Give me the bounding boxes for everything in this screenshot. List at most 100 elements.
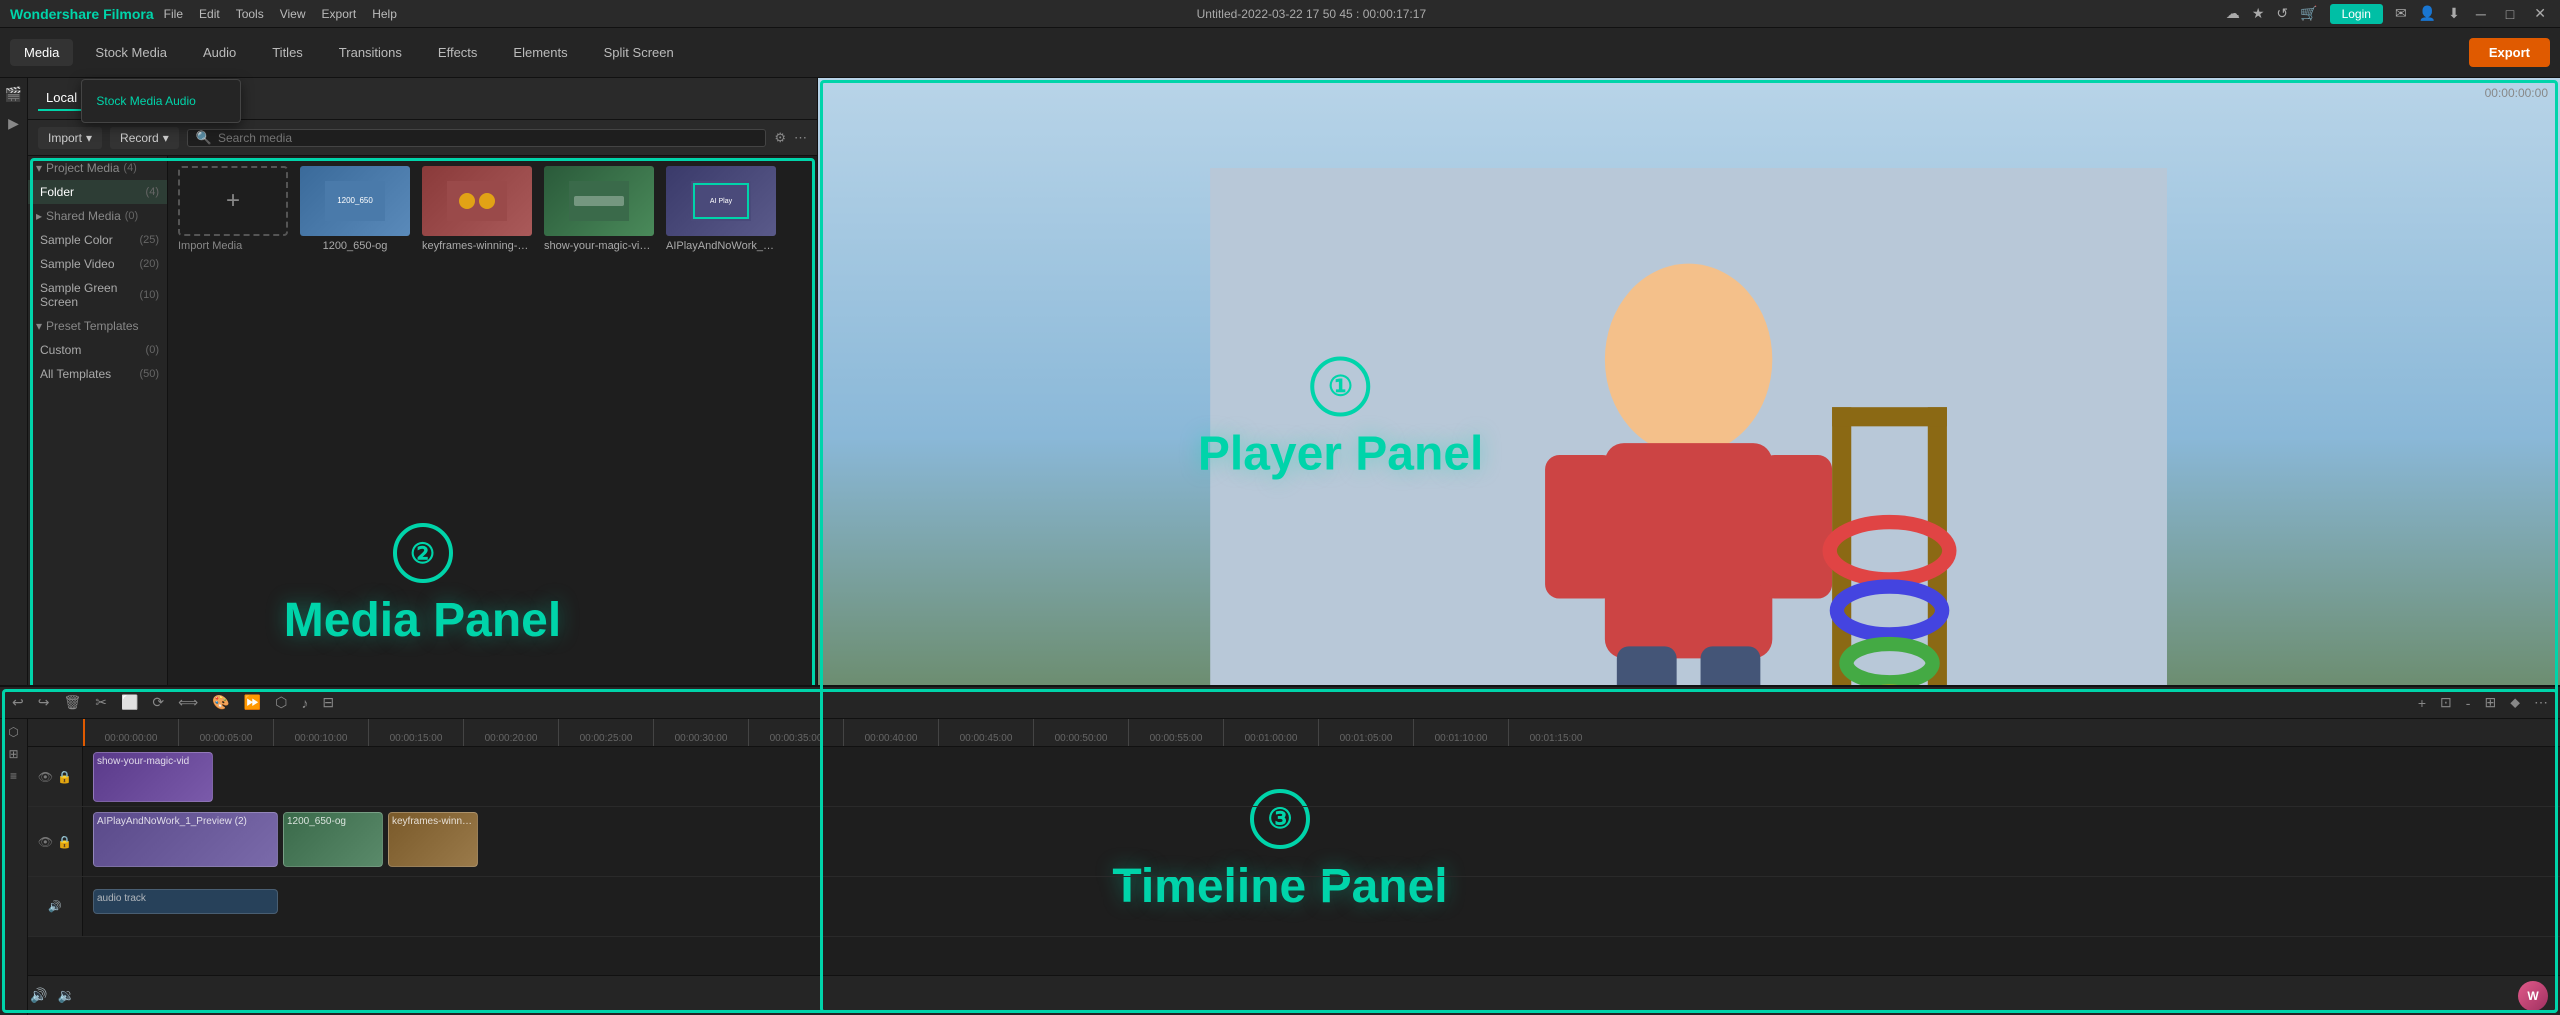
tree-project-media-header[interactable]: ▾ Project Media (4) <box>28 156 167 180</box>
close-button[interactable]: ✕ <box>2530 5 2550 22</box>
tl-stabilize-button[interactable]: ⬡ <box>271 692 291 713</box>
tl-redo-button[interactable]: ↪ <box>34 692 54 713</box>
track-clip-keyframes[interactable]: keyframes-winning <box>388 812 478 867</box>
tl-more-button[interactable]: ⋯ <box>2530 692 2552 713</box>
more-icon[interactable]: ⋯ <box>794 130 807 146</box>
tab-elements[interactable]: Elements <box>499 39 581 66</box>
tl-zoom-in-button[interactable]: + <box>2414 693 2430 713</box>
star-icon[interactable]: ★ <box>2252 5 2265 22</box>
tl-undo-button[interactable]: ↩ <box>8 692 28 713</box>
tree-folder[interactable]: Folder (4) <box>28 180 167 204</box>
menu-help[interactable]: Help <box>372 7 397 21</box>
track-main-lock-icon[interactable]: 🔒 <box>57 835 72 849</box>
tl-audio-button[interactable]: ♪ <box>297 693 312 713</box>
media-icon[interactable]: 🎬 <box>5 86 22 103</box>
tl-split-button[interactable]: ⊟ <box>318 692 338 713</box>
tree-shared-media-count: (0) <box>125 210 138 222</box>
chevron-down-icon: ▾ <box>36 161 42 175</box>
filter-icon[interactable]: ⚙ <box>774 130 786 146</box>
tree-project-media-count: (4) <box>123 162 136 174</box>
media-item-show-magic[interactable]: show-your-magic-vid... <box>544 166 654 252</box>
tree-custom[interactable]: Custom (0) <box>28 338 167 362</box>
menu-file[interactable]: File <box>164 7 183 21</box>
search-icon: 🔍 <box>196 130 212 146</box>
cart-icon[interactable]: 🛒 <box>2300 5 2317 22</box>
export-button[interactable]: Export <box>2469 38 2550 67</box>
search-input[interactable] <box>218 131 757 145</box>
tl-color-button[interactable]: 🎨 <box>208 692 233 713</box>
track-row-overlay: 👁 🔒 show-your-magic-vid <box>28 747 2560 807</box>
menu-tools[interactable]: Tools <box>236 7 264 21</box>
tab-stock-media[interactable]: Stock Media Stock Media Audio <box>81 39 181 66</box>
menu-export[interactable]: Export <box>322 7 357 21</box>
tab-audio[interactable]: Audio <box>189 39 250 66</box>
track-clip-1200[interactable]: 1200_650-og <box>283 812 383 867</box>
tl-zoom-out-button[interactable]: - <box>2462 693 2475 713</box>
timeline-ruler: 00:00:00:00 00:00:05:00 00:00:10:00 00:0… <box>28 719 2560 747</box>
tree-preset-templates-header[interactable]: ▾ Preset Templates <box>28 314 167 338</box>
tree-sample-green-screen[interactable]: Sample Green Screen (10) <box>28 276 167 314</box>
arrow-icon[interactable]: ▶ <box>8 115 19 132</box>
refresh-icon[interactable]: ↺ <box>2276 5 2288 22</box>
cloud-icon[interactable]: ☁ <box>2226 5 2240 22</box>
media-item-1200[interactable]: 1200_650 1200_650-og <box>300 166 410 252</box>
tl-speed-button[interactable]: ⏩ <box>240 692 265 713</box>
menu-view[interactable]: View <box>280 7 306 21</box>
login-button[interactable]: Login <box>2330 4 2383 24</box>
user-icon[interactable]: 👤 <box>2419 5 2436 22</box>
tab-effects[interactable]: Effects <box>424 39 492 66</box>
tl-marker-button[interactable]: ⬥ <box>2506 692 2524 713</box>
media-item-keyframes[interactable]: keyframes-winning-p... <box>422 166 532 252</box>
chevron-right-icon: ▸ <box>36 209 42 223</box>
import-media-button[interactable]: + <box>178 166 288 236</box>
tl-snap-button[interactable]: ⊞ <box>2480 692 2500 713</box>
mail-icon[interactable]: ✉ <box>2395 5 2407 22</box>
app-logo: Wondershare Filmora <box>10 6 154 22</box>
tree-sample-video-count: (20) <box>139 258 159 270</box>
tl-layer-icon[interactable]: ⊞ <box>8 747 18 761</box>
tree-sample-video[interactable]: Sample Video (20) <box>28 252 167 276</box>
menu-edit[interactable]: Edit <box>199 7 220 21</box>
tab-media[interactable]: Media <box>10 39 73 66</box>
tl-delete-button[interactable]: 🗑 <box>59 692 85 713</box>
track-audio-icon[interactable]: 🔊 <box>48 900 62 913</box>
dropdown-stock-audio[interactable]: Stock Media Audio <box>82 88 240 114</box>
import-label: Import <box>48 131 82 145</box>
tl-cut-button[interactable]: ✂ <box>91 692 111 713</box>
ruler-50: 00:00:50:00 <box>1033 719 1128 746</box>
track-clip-audio[interactable]: audio track <box>93 889 278 914</box>
timeline-toolbar: ↩ ↪ 🗑 ✂ ⬜ ⟳ ⟺ 🎨 ⏩ ⬡ ♪ ⊟ + ⊡ - ⊞ ⬥ ⋯ <box>0 687 2560 719</box>
track-eye-icon[interactable]: 👁 <box>38 770 53 784</box>
tl-rotate-button[interactable]: ⟳ <box>148 692 168 713</box>
minimize-button[interactable]: ─ <box>2472 6 2490 22</box>
track-clip-ai-play[interactable]: AIPlayAndNoWork_1_Preview (2) <box>93 812 278 867</box>
download-icon[interactable]: ⬇ <box>2448 5 2460 22</box>
ruler-100: 00:01:00:00 <box>1223 719 1318 746</box>
tl-magnet-icon[interactable]: ⬡ <box>8 725 18 739</box>
tab-split-screen[interactable]: Split Screen <box>590 39 688 66</box>
tl-mirror-button[interactable]: ⟺ <box>174 692 202 713</box>
svg-text:1200_650: 1200_650 <box>337 196 373 205</box>
tree-sample-color[interactable]: Sample Color (25) <box>28 228 167 252</box>
ruler-5: 00:00:05:00 <box>178 719 273 746</box>
search-bar: 🔍 <box>187 129 767 147</box>
media-label-show-magic: show-your-magic-vid... <box>544 240 654 252</box>
import-media-label: Import Media <box>178 240 288 252</box>
ruler-marks: 00:00:00:00 00:00:05:00 00:00:10:00 00:0… <box>83 719 2560 746</box>
record-button[interactable]: Record ▾ <box>110 127 179 149</box>
track-main-eye-icon[interactable]: 👁 <box>38 835 53 849</box>
tree-all-templates[interactable]: All Templates (50) <box>28 362 167 386</box>
subnav-local[interactable]: Local <box>38 86 85 111</box>
import-button[interactable]: Import ▾ <box>38 127 102 149</box>
track-clip-ai[interactable]: show-your-magic-vid <box>93 752 213 802</box>
tl-crop-button[interactable]: ⬜ <box>117 692 142 713</box>
tab-titles[interactable]: Titles <box>258 39 317 66</box>
tl-fit-button[interactable]: ⊡ <box>2436 692 2456 713</box>
maximize-button[interactable]: □ <box>2502 6 2518 22</box>
media-item-ai[interactable]: AI Play AIPlayAndNoWork_1... <box>666 166 776 252</box>
tab-transitions[interactable]: Transitions <box>325 39 416 66</box>
tree-shared-media-header[interactable]: ▸ Shared Media (0) <box>28 204 167 228</box>
tree-folder-label: Folder <box>40 185 74 199</box>
tl-track-icon[interactable]: ≡ <box>10 769 17 783</box>
track-lock-icon[interactable]: 🔒 <box>57 770 72 784</box>
